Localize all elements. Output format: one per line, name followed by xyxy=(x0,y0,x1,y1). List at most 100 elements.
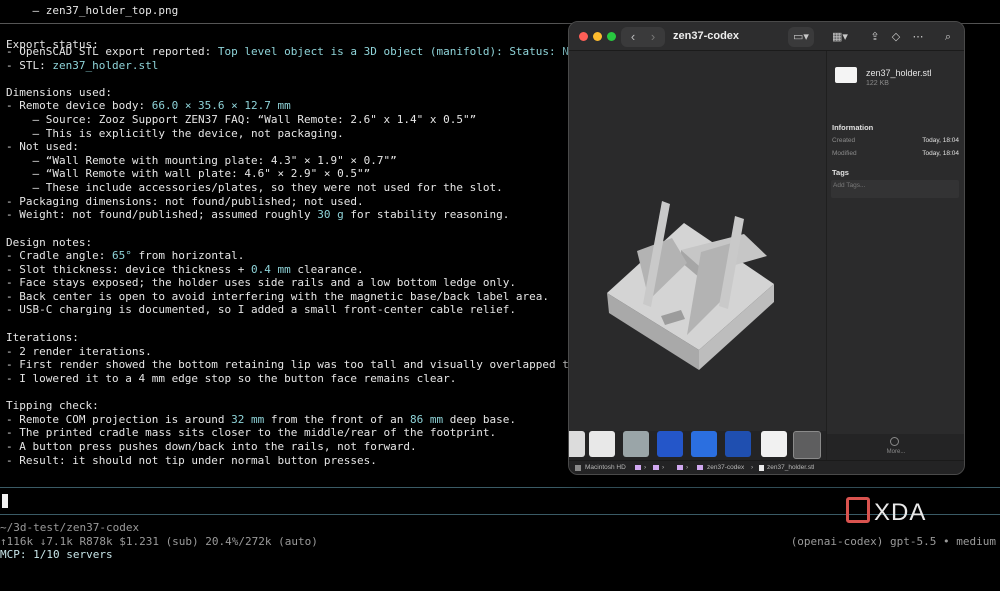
highlight-text: Top level object is a 3D object (manifol… xyxy=(217,45,609,58)
info-panel: zen37_holder.stl 122 KB Information Crea… xyxy=(826,51,964,460)
line-text: - Weight: not found/published; assumed r… xyxy=(6,208,318,221)
terminal-line: – “Wall Remote with mounting plate: 4.3"… xyxy=(6,154,397,168)
thumbnail[interactable] xyxy=(691,431,717,457)
forward-icon[interactable]: › xyxy=(645,28,661,46)
created-value: Today, 18:04 xyxy=(922,137,959,144)
tag-icon[interactable]: ◇ xyxy=(888,27,904,47)
highlight-text: 0.4 mm xyxy=(251,263,291,276)
thumbnail[interactable] xyxy=(725,431,751,457)
terminal-line: - Slot thickness: device thickness + 0.4… xyxy=(6,263,364,277)
line-text: from horizontal. xyxy=(131,249,245,262)
terminal-line: – “Wall Remote with wall plate: 4.6" × 2… xyxy=(6,167,370,181)
terminal-line: - 2 render iterations. xyxy=(6,345,152,359)
disk-icon xyxy=(575,465,581,471)
line-text: from the front of an xyxy=(264,413,410,426)
close-button[interactable] xyxy=(579,32,588,41)
thumbnail[interactable] xyxy=(569,431,585,457)
tags-input[interactable]: Add Tags... xyxy=(831,180,959,198)
folder-icon xyxy=(677,465,683,470)
terminal-line: - The printed cradle mass sits closer to… xyxy=(6,426,496,440)
line-text: - Back center is open to avoid interferi… xyxy=(6,290,550,303)
window-title: zen37-codex xyxy=(673,30,740,42)
terminal-line: – These include accessories/plates, so t… xyxy=(6,181,503,195)
line-text: clearance. xyxy=(290,263,364,276)
terminal-line: - Not used: xyxy=(6,140,79,154)
line-text: – “Wall Remote with mounting plate: 4.3"… xyxy=(6,154,397,167)
prompt-cursor[interactable] xyxy=(2,494,8,508)
file-icon xyxy=(835,67,857,83)
terminal-line: Design notes: xyxy=(6,236,92,250)
line-text: – zen37_holder_top.png xyxy=(6,4,179,17)
file-icon xyxy=(759,465,764,471)
path-segment[interactable]: Macintosh HD xyxy=(585,464,626,471)
xda-logo-icon xyxy=(846,497,870,523)
watermark-text: XDA xyxy=(874,499,927,526)
minimize-button[interactable] xyxy=(593,32,602,41)
file-name: zen37_holder.stl xyxy=(866,68,932,78)
thumbnail[interactable] xyxy=(589,431,615,457)
more-actions-icon[interactable]: ⋯ xyxy=(910,27,926,47)
line-text: for stability reasoning. xyxy=(343,208,510,221)
more-icon xyxy=(890,437,899,446)
terminal-line: Dimensions used: xyxy=(6,86,112,100)
line-text: – These include accessories/plates, so t… xyxy=(6,181,503,194)
path-segment[interactable]: zen37-codex xyxy=(707,464,744,471)
folder-icon xyxy=(635,465,641,470)
terminal-line: – This is explicitly the device, not pac… xyxy=(6,127,343,141)
line-text: - 2 render iterations. xyxy=(6,345,152,358)
thumbnail-selected[interactable] xyxy=(793,431,821,459)
line-text: Iterations: xyxy=(6,331,79,344)
divider xyxy=(0,487,1000,488)
line-text: - The printed cradle mass sits closer to… xyxy=(6,426,497,439)
line-text: – Source: Zooz Support ZEN37 FAQ: “Wall … xyxy=(6,113,477,126)
share-icon[interactable]: ⇪ xyxy=(868,27,882,47)
highlight-text: 65° xyxy=(111,249,132,262)
grid-view-icon[interactable]: ▦▾ xyxy=(828,27,852,47)
terminal-line: - Remote device body: 66.0 × 35.6 × 12.7… xyxy=(6,99,291,113)
terminal-line: - USB-C charging is documented, so I add… xyxy=(6,303,516,317)
terminal-line: - Remote COM projection is around 32 mm … xyxy=(6,413,516,427)
model-label: (openai-codex) gpt-5.5 • medium xyxy=(790,535,996,548)
created-label: Created xyxy=(832,137,856,144)
line-text: - First render showed the bottom retaini… xyxy=(6,358,656,371)
folder-icon xyxy=(653,465,659,470)
line-text: - Remote COM projection is around xyxy=(6,413,232,426)
modified-label: Modified xyxy=(832,150,857,157)
line-text: - Result: it should not tip under normal… xyxy=(6,454,377,467)
thumbnail[interactable] xyxy=(761,431,787,457)
line-text: deep base. xyxy=(443,413,516,426)
search-icon[interactable]: ⌕ xyxy=(940,27,956,47)
terminal-line: Tipping check: xyxy=(6,399,99,413)
mcp-status: MCP: 1/10 servers xyxy=(0,548,113,561)
line-text: Tipping check: xyxy=(6,399,99,412)
file-preview[interactable] xyxy=(569,51,826,431)
line-text: - STL: xyxy=(6,59,53,72)
thumbnail-strip xyxy=(569,431,826,460)
line-text: - Not used: xyxy=(6,140,79,153)
view-options-icon[interactable]: ▭▾ xyxy=(788,27,814,47)
thumbnail[interactable] xyxy=(623,431,649,457)
thumbnail[interactable] xyxy=(657,431,683,457)
line-text: - USB-C charging is documented, so I add… xyxy=(6,303,516,316)
terminal-line: – Source: Zooz Support ZEN37 FAQ: “Wall … xyxy=(6,113,476,127)
terminal-line: - STL: zen37_holder.stl xyxy=(6,59,158,73)
back-icon[interactable]: ‹ xyxy=(625,28,641,46)
highlight-text: 66.0 × 35.6 × 12.7 mm xyxy=(151,99,291,112)
path-segment[interactable]: zen37_holder.stl xyxy=(767,464,814,471)
highlight-text: zen37_holder.stl xyxy=(52,59,159,72)
more-button[interactable]: More... xyxy=(827,434,964,460)
line-text: – “Wall Remote with wall plate: 4.6" × 2… xyxy=(6,167,371,180)
terminal-line: - I lowered it to a 4 mm edge stop so th… xyxy=(6,372,456,386)
finder-window[interactable]: ‹ › zen37-codex ▭▾ ▦▾ ⇪ ◇ ⋯ ⌕ zen37_hold… xyxy=(568,21,965,475)
terminal-line: - Weight: not found/published; assumed r… xyxy=(6,208,509,222)
watermark: XDA xyxy=(846,497,926,527)
modified-value: Today, 18:04 xyxy=(922,150,959,157)
zoom-button[interactable] xyxy=(607,32,616,41)
line-text: - Face stays exposed; the holder uses si… xyxy=(6,276,516,289)
terminal-line: - Face stays exposed; the holder uses si… xyxy=(6,276,516,290)
highlight-text: 32 mm xyxy=(231,413,265,426)
line-text: - Packaging dimensions: not found/publis… xyxy=(6,195,364,208)
titlebar: ‹ › zen37-codex ▭▾ ▦▾ ⇪ ◇ ⋯ ⌕ xyxy=(569,22,964,51)
model-render xyxy=(607,201,774,370)
terminal-line: - Back center is open to avoid interferi… xyxy=(6,290,549,304)
